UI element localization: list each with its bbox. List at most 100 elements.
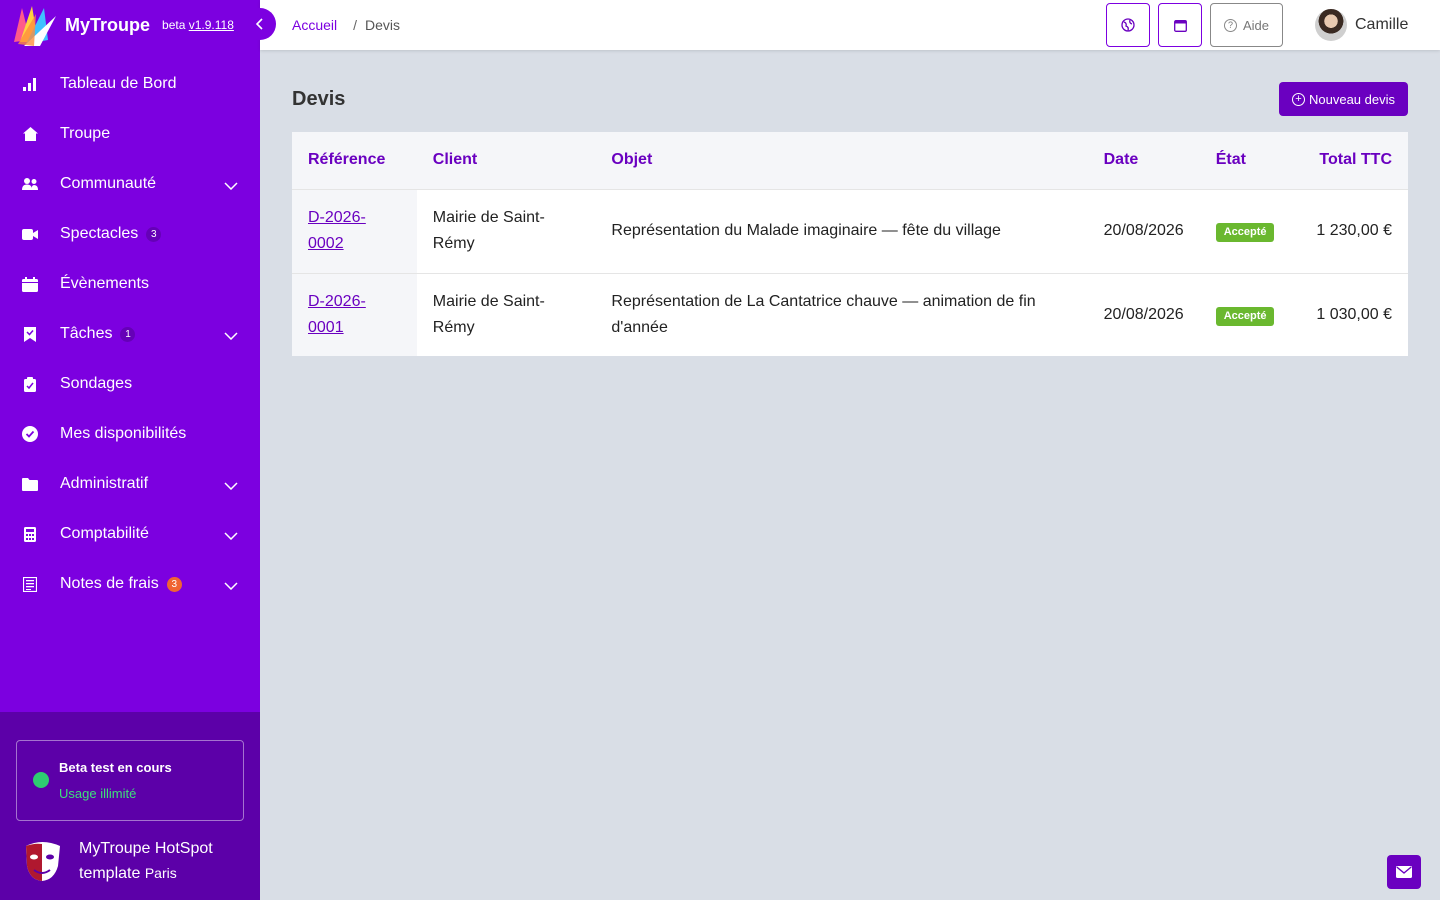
- cell-object: Représentation de La Cantatrice chauve —…: [611, 292, 1036, 336]
- breadcrumb-separator: /: [353, 17, 358, 33]
- cell-total: 1 230,00 €: [1316, 222, 1392, 239]
- mytroupe-logo-icon: [10, 2, 58, 48]
- sidebar-item-label: Administratif: [60, 475, 149, 492]
- quote-reference-link[interactable]: D-2026-0001: [308, 293, 366, 336]
- sidebar-item-label: Comptabilité: [60, 525, 149, 542]
- sidebar-item-notes-de-frais[interactable]: Notes de frais 3: [0, 559, 260, 609]
- cell-date: 20/08/2026: [1103, 222, 1184, 239]
- beta-status-title: Beta test en cours: [59, 760, 172, 775]
- folder-icon: [22, 476, 38, 492]
- breadcrumb: Accueil / Devis: [292, 17, 400, 33]
- table-row[interactable]: D-2026-0002 Mairie de Saint-Rémy Représe…: [292, 189, 1408, 273]
- collapse-sidebar-button[interactable]: [244, 8, 276, 40]
- quotes-table: Référence Client Objet Date État Total T…: [292, 132, 1408, 356]
- sidebar-item-evenements[interactable]: Évènements: [0, 259, 260, 309]
- table-header-row: Référence Client Objet Date État Total T…: [292, 132, 1408, 190]
- chevron-down-icon[interactable]: [224, 477, 238, 495]
- theatre-mask-icon: [22, 840, 64, 882]
- sidebar-item-label: Communauté: [60, 175, 157, 192]
- cell-total: 1 030,00 €: [1316, 305, 1392, 323]
- column-header-reference[interactable]: Référence: [292, 132, 417, 190]
- cell-object: Représentation du Malade imaginaire — fê…: [611, 222, 1001, 239]
- count-badge: 1: [120, 326, 136, 342]
- column-header-state[interactable]: État: [1199, 132, 1291, 190]
- status-badge: Accepté: [1215, 223, 1275, 242]
- home-icon: [22, 126, 38, 142]
- sidebar-item-label: Tâches: [60, 325, 113, 342]
- beta-status-box: Beta test en cours Usage illimité: [16, 740, 244, 821]
- bar-chart-icon: [22, 76, 38, 92]
- help-button[interactable]: ? Aide: [1210, 3, 1283, 47]
- organization-city: Paris: [144, 865, 177, 881]
- status-dot-icon: [33, 772, 49, 788]
- chevron-down-icon[interactable]: [224, 327, 238, 345]
- sidebar-item-label: Mes disponibilités: [60, 425, 187, 442]
- page-title: Devis: [292, 88, 346, 110]
- help-label: Aide: [1242, 17, 1270, 33]
- brand[interactable]: MyTroupe beta v1.9.118: [0, 0, 260, 50]
- user-menu[interactable]: Camille: [1315, 9, 1408, 41]
- sidebar-item-taches[interactable]: Tâches 1: [0, 309, 260, 359]
- cell-date: 20/08/2026: [1103, 305, 1184, 323]
- user-name: Camille: [1355, 16, 1409, 33]
- column-header-total[interactable]: Total TTC: [1290, 132, 1408, 190]
- version-link[interactable]: v1.9.118: [189, 18, 234, 32]
- column-header-client[interactable]: Client: [416, 132, 596, 190]
- count-badge: 3: [146, 226, 162, 242]
- cell-reference: D-2026-0001: [292, 273, 417, 356]
- sidebar-item-label: Spectacles: [60, 225, 139, 242]
- calendar-icon: [22, 276, 38, 292]
- chevron-left-icon: [256, 18, 263, 30]
- breadcrumb-home-link[interactable]: Accueil: [292, 17, 337, 33]
- app-name: MyTroupe: [65, 14, 151, 35]
- sidebar-item-troupe[interactable]: Troupe: [0, 109, 260, 159]
- version-label: beta v1.9.118: [162, 18, 234, 32]
- chevron-down-icon[interactable]: [224, 527, 238, 545]
- status-badge: Accepté: [1215, 306, 1275, 326]
- quote-reference-link[interactable]: D-2026-0002: [308, 209, 366, 252]
- new-quote-button[interactable]: + Nouveau devis: [1279, 82, 1408, 116]
- envelope-icon: [1396, 866, 1412, 878]
- sidebar-item-spectacles[interactable]: Spectacles 3: [0, 209, 260, 259]
- column-header-date[interactable]: Date: [1087, 132, 1200, 190]
- count-badge: 3: [166, 576, 182, 592]
- sidebar-footer: Beta test en cours Usage illimité MyTrou…: [0, 712, 260, 900]
- calculator-icon: [22, 526, 38, 542]
- receipt-icon: [22, 576, 38, 592]
- sidebar-item-tableau-de-bord[interactable]: Tableau de Bord: [0, 59, 260, 109]
- chevron-down-icon[interactable]: [224, 577, 238, 595]
- clipboard-icon: [22, 376, 38, 392]
- sidebar-item-label: Tableau de Bord: [60, 75, 177, 92]
- cell-client: Mairie de Saint-Rémy: [432, 209, 545, 252]
- organization-name: MyTroupe HotSpot template Paris: [79, 840, 213, 882]
- sidebar-item-sondages[interactable]: Sondages: [0, 359, 260, 409]
- cell-client: Mairie de Saint-Rémy: [432, 292, 545, 336]
- sidebar-item-label: Troupe: [60, 125, 111, 142]
- topbar: Accueil / Devis ? Aide Camille: [244, 0, 1440, 50]
- column-header-object[interactable]: Objet: [595, 132, 1088, 190]
- check-circle-icon: [22, 426, 38, 442]
- sidebar-item-label: Sondages: [60, 375, 133, 392]
- sidebar: MyTroupe beta v1.9.118 Tableau de Bord T…: [0, 0, 260, 900]
- cell-state: Accepté: [1200, 189, 1291, 273]
- sidebar-item-label: Notes de frais: [60, 575, 159, 592]
- sidebar-item-communaute[interactable]: Communauté: [0, 159, 260, 209]
- sidebar-item-mes-disponibilites[interactable]: Mes disponibilités: [0, 409, 260, 459]
- breadcrumb-current: Devis: [365, 17, 401, 33]
- users-icon: [22, 176, 38, 192]
- new-quote-label: Nouveau devis: [1309, 91, 1395, 107]
- sidebar-item-label: Évènements: [60, 275, 149, 292]
- calendar-button[interactable]: [1158, 3, 1202, 47]
- bookmark-icon: [22, 326, 38, 342]
- calendar-icon: [1173, 19, 1187, 32]
- sidebar-item-administratif[interactable]: Administratif: [0, 459, 260, 509]
- language-button[interactable]: [1106, 3, 1150, 47]
- cell-state: Accepté: [1200, 273, 1291, 356]
- plus-circle-icon: +: [1292, 92, 1305, 106]
- organization-switcher[interactable]: MyTroupe HotSpot template Paris: [22, 840, 213, 886]
- sidebar-nav: Tableau de Bord Troupe Communauté Specta…: [0, 59, 260, 609]
- sidebar-item-comptabilite[interactable]: Comptabilité: [0, 509, 260, 559]
- contact-button[interactable]: [1387, 855, 1421, 889]
- chevron-down-icon[interactable]: [224, 177, 238, 195]
- table-row[interactable]: D-2026-0001 Mairie de Saint-Rémy Représe…: [292, 273, 1408, 356]
